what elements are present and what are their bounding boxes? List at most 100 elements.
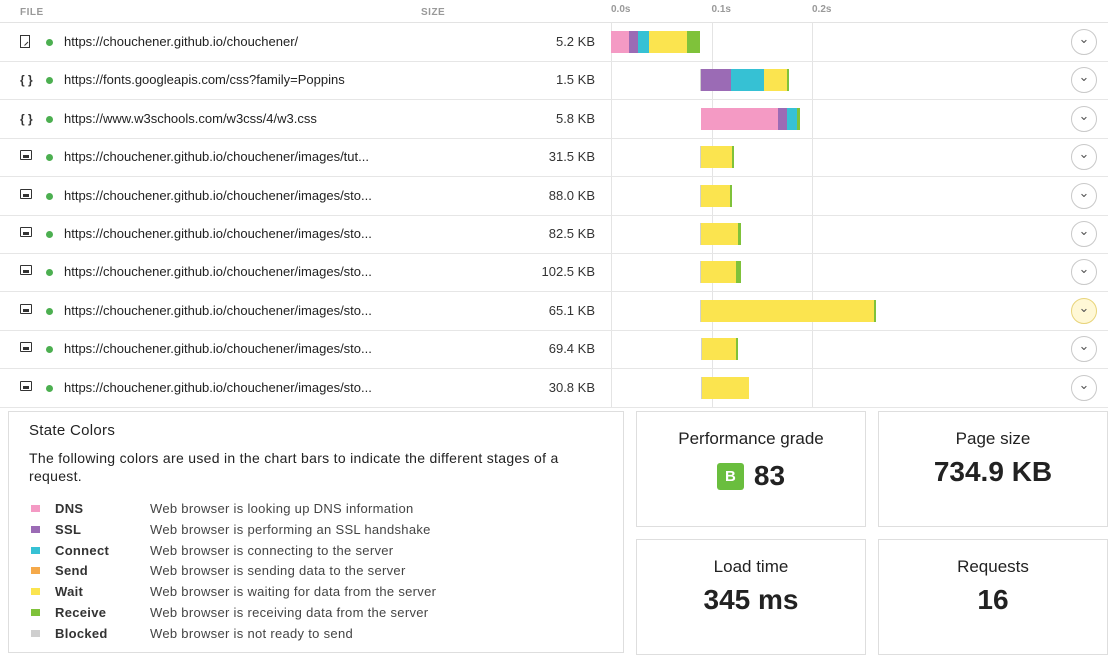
legend-text: Web browser is receiving data from the s… <box>150 605 429 620</box>
image-icon <box>20 380 36 395</box>
request-url: https://www.w3schools.com/w3css/4/w3.css <box>64 110 317 126</box>
legend-item-send: Send Web browser is sending data to the s… <box>29 562 609 580</box>
expand-row-button[interactable]: ⌄ <box>1071 144 1097 171</box>
request-size: 5.2 KB <box>555 34 595 49</box>
legend-text: Web browser is not ready to send <box>150 625 354 641</box>
expand-row-button[interactable]: ⌄ <box>1071 182 1097 209</box>
performance-grade-card: Performance grade B 83 <box>636 411 866 527</box>
expand-row-button[interactable]: ⌄ <box>1071 297 1097 324</box>
state-colors-panel: State Colors The following colors are us… <box>8 411 624 653</box>
status-dot <box>46 39 53 46</box>
expand-row-button[interactable]: ⌄ <box>1071 374 1097 401</box>
timing-segment-receive <box>735 261 741 284</box>
legend-name: Wait <box>55 584 84 600</box>
legend-text: Web browser is performing an SSL handsha… <box>150 521 431 537</box>
request-size: 1.5 KB <box>555 72 595 88</box>
expand-row-button[interactable]: ⌄ <box>1071 29 1097 55</box>
request-url: https://chouchener.github.io/chouchener/… <box>64 187 372 203</box>
request-row[interactable]: https://chouchener.github.io/chouchener/… <box>0 253 1108 293</box>
request-row[interactable]: https://chouchener.github.io/chouchener/… <box>0 292 1108 331</box>
timeline-tick-label: 0.1s <box>711 4 731 15</box>
expand-row-button[interactable]: ⌄ <box>1071 221 1097 247</box>
requests-card: Requests 16 <box>878 539 1108 655</box>
request-row[interactable]: https://chouchener.github.io/chouchener/… <box>0 215 1108 254</box>
chevron-down-icon: ⌄ <box>1078 31 1090 46</box>
request-size: 82.5 KB <box>548 226 595 241</box>
timing-segment-connect <box>730 69 764 92</box>
request-size: 5.8 KB <box>555 110 595 126</box>
request-size: 88.0 KB <box>548 187 595 203</box>
timing-segment-wait <box>702 338 736 361</box>
legend-item-connect: Connect Web browser is connecting to the … <box>29 542 609 560</box>
expand-row-button[interactable]: ⌄ <box>1071 67 1097 94</box>
chevron-down-icon: ⌄ <box>1078 376 1090 392</box>
legend-item-dns: DNS Web browser is looking up DNS informa… <box>29 500 609 518</box>
legend-name: SSL <box>55 521 82 537</box>
performance-grade-label: Performance grade <box>678 429 824 448</box>
timing-segment-receive <box>687 31 701 53</box>
chevron-down-icon: ⌄ <box>1078 223 1090 238</box>
timing-segment-receive <box>796 107 800 130</box>
requests-label: Requests <box>957 557 1029 576</box>
request-size: 30.8 KB <box>548 379 595 395</box>
request-size: 102.5 KB <box>541 264 596 280</box>
legend-name: Receive <box>55 605 107 620</box>
status-dot <box>46 384 53 392</box>
page-size-card: Page size 734.9 KB <box>878 411 1108 527</box>
legend-swatch <box>31 567 40 575</box>
timing-segment-connect <box>638 31 650 53</box>
status-dot <box>46 269 53 277</box>
file-column-header: FILE <box>20 7 44 18</box>
grade-badge: B <box>716 462 744 490</box>
legend-swatch <box>31 505 40 512</box>
css-icon: { } <box>20 111 33 126</box>
request-row[interactable]: https://chouchener.github.io/chouchener/… <box>0 23 1108 62</box>
timing-segment-receive <box>786 69 789 92</box>
request-row[interactable]: { } https://www.w3schools.com/w3css/4/w3.… <box>0 100 1108 139</box>
chevron-down-icon: ⌄ <box>1078 184 1090 200</box>
legend-text: Web browser is waiting for data from the… <box>150 584 437 600</box>
legend-item-ssl: SSL Web browser is performing an SSL hand… <box>29 521 609 539</box>
chevron-down-icon: ⌄ <box>1078 146 1090 162</box>
timing-segment-receive <box>729 184 732 207</box>
load-time-card: Load time 345 ms <box>636 539 866 655</box>
request-url: https://chouchener.github.io/chouchener/… <box>64 379 372 395</box>
timing-segment-receive <box>874 299 876 322</box>
load-time-label: Load time <box>713 557 789 576</box>
status-dot <box>46 192 53 200</box>
legend-swatch <box>31 546 40 554</box>
request-url: https://chouchener.github.io/chouchener/… <box>64 341 372 357</box>
timing-segment-receive <box>735 338 738 361</box>
request-row[interactable]: https://chouchener.github.io/chouchener/… <box>0 177 1108 216</box>
request-size: 31.5 KB <box>548 149 595 165</box>
expand-row-button[interactable]: ⌄ <box>1071 259 1097 286</box>
request-row[interactable]: https://chouchener.github.io/chouchener/… <box>0 138 1108 178</box>
timing-segment-wait <box>701 299 875 322</box>
legend-swatch <box>31 588 40 596</box>
chevron-down-icon: ⌄ <box>1078 69 1090 85</box>
timing-segment-receive <box>737 223 741 245</box>
timing-segment-wait <box>701 146 732 169</box>
timing-segment-ssl <box>777 107 787 130</box>
image-icon <box>20 265 36 279</box>
legend-description: The following colors are used in the cha… <box>29 450 559 484</box>
request-row[interactable]: { } https://fonts.googleapis.com/css?fami… <box>0 61 1108 101</box>
legend-item-blocked: Blocked Web browser is not ready to send <box>29 625 609 643</box>
request-url: https://chouchener.github.io/chouchener/… <box>64 264 372 280</box>
timing-segment-wait <box>649 31 688 53</box>
status-dot <box>46 77 53 85</box>
status-dot <box>46 115 53 123</box>
timing-segment-wait <box>702 376 749 399</box>
requests-value: 16 <box>977 584 1009 615</box>
legend-swatch <box>31 609 40 616</box>
legend-name: Blocked <box>55 625 108 641</box>
document-icon <box>20 35 36 49</box>
legend-name: DNS <box>55 501 84 516</box>
css-icon: { } <box>20 73 33 88</box>
request-row[interactable]: https://chouchener.github.io/chouchener/… <box>0 369 1108 408</box>
request-row[interactable]: https://chouchener.github.io/chouchener/… <box>0 330 1108 370</box>
expand-row-button[interactable]: ⌄ <box>1071 105 1097 132</box>
legend-name: Send <box>55 563 88 579</box>
expand-row-button[interactable]: ⌄ <box>1071 336 1097 363</box>
request-size: 65.1 KB <box>548 302 595 318</box>
